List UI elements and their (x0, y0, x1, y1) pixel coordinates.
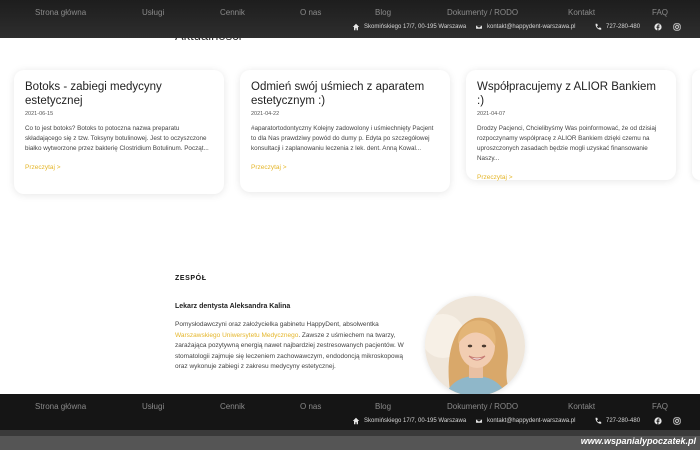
email-text: kontakt@happydent-warszawa.pl (487, 24, 576, 30)
nav-item-documents[interactable]: Dokumenty / RODO (447, 402, 518, 411)
contact-bar: Skomińskiego 17/7, 00-195 Warszawa konta… (0, 23, 700, 33)
post-date: 2021-04-07 (477, 111, 506, 117)
post-date: 2021-04-22 (251, 111, 280, 117)
phone-icon (594, 23, 602, 31)
nav-item-home[interactable]: Strona główna (35, 402, 86, 411)
post-excerpt: #aparatortodontyczny Kolejny zadowolony … (251, 125, 434, 152)
nav-item-contact[interactable]: Kontakt (568, 8, 595, 17)
nav-item-home[interactable]: Strona główna (35, 8, 86, 17)
post-card[interactable]: Botoks - zabiegi medycyny estetycznej 20… (14, 70, 224, 194)
footer-nav: Strona główna Usługi Cennik O nas Blog D… (0, 402, 700, 412)
post-excerpt: Drodzy Pacjenci, Chcielibyśmy Was poinfo… (477, 125, 657, 162)
university-link[interactable]: Warszawskiego Uniwersytetu Medycznego (175, 332, 298, 339)
nav-item-contact[interactable]: Kontakt (568, 402, 595, 411)
nav-item-pricing[interactable]: Cennik (220, 402, 245, 411)
facebook-icon[interactable] (654, 417, 662, 425)
phone-text: 727-280-480 (606, 418, 641, 424)
nav-item-services[interactable]: Usługi (142, 8, 164, 17)
envelope-icon (475, 23, 483, 31)
post-card[interactable]: Odmień swój uśmiech z aparatem estetyczn… (240, 70, 450, 192)
nav-item-documents[interactable]: Dokumenty / RODO (447, 8, 518, 17)
nav-item-about[interactable]: O nas (300, 402, 321, 411)
address-text: Skomińskiego 17/7, 00-195 Warszawa (364, 24, 467, 30)
portrait-illustration (425, 296, 525, 396)
team-member-name: Lekarz dentysta Aleksandra Kalina (175, 303, 291, 310)
nav-item-pricing[interactable]: Cennik (220, 8, 245, 17)
contact-bar: Skomińskiego 17/7, 00-195 Warszawa konta… (0, 417, 700, 427)
post-title[interactable]: Współpracujemy z ALIOR Bankiem :) (477, 80, 665, 108)
home-icon (352, 417, 360, 425)
bio-text: Pomysłodawczyni oraz założycielka gabine… (175, 321, 379, 328)
nav-item-faq[interactable]: FAQ (652, 8, 668, 17)
watermark: www.wspanialypoczatek.pl (580, 436, 696, 446)
nav-item-about[interactable]: O nas (300, 8, 321, 17)
post-title[interactable]: Botoks - zabiegi medycyny estetycznej (25, 80, 213, 108)
team-member-photo (425, 296, 525, 396)
next-card-edge[interactable] (692, 70, 700, 180)
instagram-icon[interactable] (673, 23, 681, 31)
address-text: Skomińskiego 17/7, 00-195 Warszawa (364, 418, 467, 424)
address[interactable]: Skomińskiego 17/7, 00-195 Warszawa (352, 417, 466, 425)
facebook-icon[interactable] (654, 23, 662, 31)
read-more-link[interactable]: Przeczytaj > (477, 174, 513, 181)
top-navbar: Strona główna Usługi Cennik O nas Blog D… (0, 0, 700, 38)
post-date: 2021-06-15 (25, 111, 54, 117)
nav-item-blog[interactable]: Blog (375, 402, 391, 411)
phone[interactable]: 727-280-480 (594, 417, 640, 425)
envelope-icon (475, 417, 483, 425)
email[interactable]: kontakt@happydent-warszawa.pl (475, 23, 575, 31)
email[interactable]: kontakt@happydent-warszawa.pl (475, 417, 575, 425)
post-title[interactable]: Odmień swój uśmiech z aparatem estetyczn… (251, 80, 439, 108)
team-section-label: ZESPÓŁ (175, 275, 207, 282)
post-excerpt: Co to jest botoks? Botoks to potoczna na… (25, 125, 209, 152)
post-card[interactable]: Współpracujemy z ALIOR Bankiem :) 2021-0… (466, 70, 676, 181)
footer-navbar: Strona główna Usługi Cennik O nas Blog D… (0, 394, 700, 430)
instagram-icon[interactable] (673, 417, 681, 425)
phone-text: 727-280-480 (606, 24, 641, 30)
email-text: kontakt@happydent-warszawa.pl (487, 418, 576, 424)
home-icon (352, 23, 360, 31)
read-more-link[interactable]: Przeczytaj > (25, 164, 61, 171)
address[interactable]: Skomińskiego 17/7, 00-195 Warszawa (352, 23, 466, 31)
nav-item-faq[interactable]: FAQ (652, 402, 668, 411)
phone[interactable]: 727-280-480 (594, 23, 640, 31)
nav-item-blog[interactable]: Blog (375, 8, 391, 17)
team-member-bio: Pomysłodawczyni oraz założycielka gabine… (175, 320, 405, 373)
read-more-link[interactable]: Przeczytaj > (251, 164, 287, 171)
main-nav: Strona główna Usługi Cennik O nas Blog D… (0, 8, 700, 18)
nav-item-services[interactable]: Usługi (142, 402, 164, 411)
phone-icon (594, 417, 602, 425)
